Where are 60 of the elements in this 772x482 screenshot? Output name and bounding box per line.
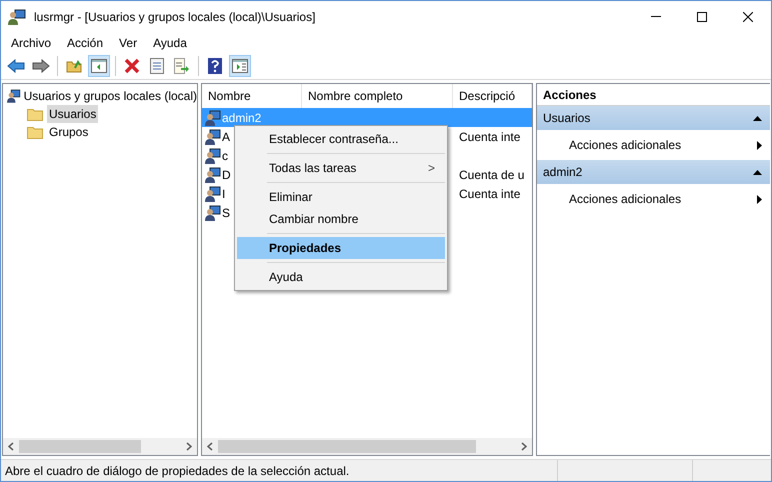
status-text: Abre el cuadro de diálogo de propiedades de la selección actual.	[4, 462, 350, 480]
table-cell-text: A	[221, 128, 230, 146]
user-icon	[7, 88, 21, 104]
pane-icon	[91, 59, 107, 73]
collapse-icon[interactable]	[753, 170, 762, 174]
horizontal-scrollbar[interactable]	[202, 438, 532, 455]
table-cell-text: Cuenta inte	[458, 128, 522, 146]
scrollbar-thumb[interactable]	[218, 440, 476, 453]
tree-item[interactable]: Usuarios y grupos locales (local)	[24, 86, 197, 104]
action-section-header[interactable]: admin2	[537, 160, 770, 184]
horizontal-scrollbar[interactable]	[3, 438, 197, 455]
table-cell-text: I	[221, 186, 226, 202]
folder-icon	[27, 108, 43, 120]
menu-item[interactable]: Ayuda	[237, 266, 445, 288]
properties-icon	[150, 58, 164, 74]
export-icon	[174, 58, 190, 74]
collapse-icon[interactable]	[753, 116, 762, 120]
folder-icon	[27, 126, 43, 138]
toolbar-button[interactable]	[229, 55, 251, 77]
submenu-arrow-icon	[757, 194, 762, 204]
submenu-arrow: >	[428, 160, 435, 177]
help-icon	[208, 58, 222, 74]
menu-item[interactable]: Propiedades	[237, 237, 445, 259]
menu-item[interactable]: Establecer contraseña...	[237, 128, 445, 150]
table-cell-text: c	[221, 148, 228, 164]
user-icon	[205, 148, 221, 164]
user-icon	[205, 186, 221, 202]
menu-item[interactable]: Ver	[113, 34, 144, 52]
menu-item[interactable]: Archivo	[5, 34, 58, 52]
user-icon	[205, 204, 221, 220]
action-link[interactable]: Acciones adicionales	[569, 136, 682, 154]
table-cell-text: D	[221, 166, 231, 184]
table-cell-text: admin2	[221, 110, 262, 126]
tree-item[interactable]: Usuarios	[47, 105, 98, 123]
section-title: Usuarios	[543, 110, 590, 127]
folder-up-icon	[66, 59, 82, 73]
user-icon	[205, 166, 221, 182]
table-cell-text: Cuenta inte	[458, 186, 522, 202]
users-app-icon	[8, 8, 26, 24]
menu-item[interactable]: Cambiar nombre	[237, 208, 445, 230]
table-cell-text: Cuenta de u	[458, 166, 526, 184]
action-link[interactable]: Acciones adicionales	[569, 190, 682, 208]
menu-item[interactable]: Todas las tareas >	[237, 157, 445, 179]
menu-item[interactable]: Acción	[61, 34, 110, 52]
user-icon	[205, 110, 221, 126]
back-arrow-icon	[7, 59, 25, 73]
delete-icon	[124, 58, 140, 74]
forward-arrow-icon	[32, 59, 50, 73]
scrollbar-thumb[interactable]	[19, 440, 141, 453]
action-section-header[interactable]: Usuarios	[537, 106, 770, 130]
table-cell-text: S	[221, 204, 230, 222]
section-title: admin2	[543, 164, 582, 181]
submenu-arrow-icon	[757, 140, 762, 150]
tree-item[interactable]: Grupos	[47, 123, 90, 141]
toolbar-button[interactable]	[88, 55, 110, 77]
menu-item[interactable]: Eliminar	[237, 186, 445, 208]
menu-item[interactable]: Ayuda	[147, 34, 193, 52]
pane-icon	[232, 59, 248, 73]
user-icon	[205, 128, 221, 144]
window-title: lusrmgr - [Usuarios y grupos locales (local)\Usuarios]	[34, 8, 316, 26]
